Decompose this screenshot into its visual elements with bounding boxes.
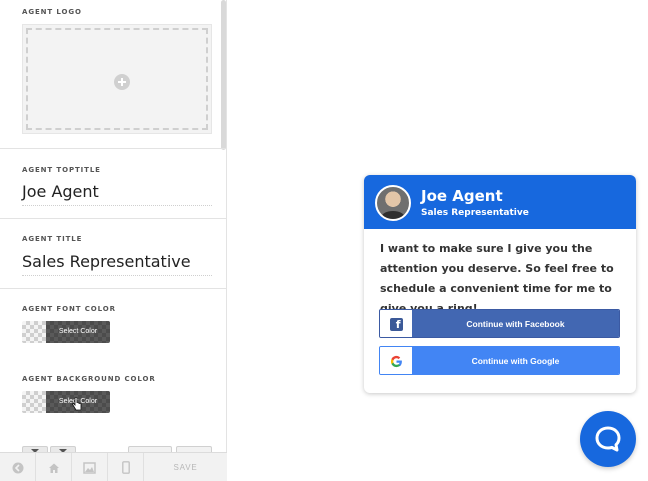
mobile-icon[interactable] bbox=[108, 453, 144, 481]
facebook-icon: f bbox=[380, 310, 412, 337]
chat-widget-preview: Joe Agent Sales Representative I want to… bbox=[364, 175, 636, 393]
divider bbox=[0, 288, 227, 289]
agent-logo-upload[interactable] bbox=[22, 24, 212, 134]
google-button-label: Continue with Google bbox=[412, 347, 619, 374]
logo-dropzone bbox=[26, 28, 208, 130]
bg-color-picker-button[interactable]: Select Color bbox=[22, 391, 110, 413]
bottom-toolbar: SAVE bbox=[0, 452, 227, 481]
save-button[interactable]: SAVE bbox=[144, 453, 227, 481]
divider bbox=[0, 218, 227, 219]
image-icon[interactable] bbox=[72, 453, 108, 481]
facebook-button-label: Continue with Facebook bbox=[412, 310, 619, 337]
agent-font-color-label: AGENT FONT COLOR bbox=[22, 305, 116, 313]
color-swatch bbox=[22, 321, 46, 343]
font-color-button-label: Select Color bbox=[46, 321, 110, 343]
hand-cursor-icon bbox=[72, 397, 82, 411]
agent-title: Sales Representative bbox=[421, 208, 529, 218]
agent-toptitle-label: AGENT TOPTITLE bbox=[22, 166, 101, 174]
google-icon bbox=[380, 347, 412, 374]
font-color-picker-button[interactable]: Select Color bbox=[22, 321, 110, 343]
agent-title-label: AGENT TITLE bbox=[22, 235, 83, 243]
agent-name: Joe Agent bbox=[421, 187, 503, 205]
back-icon[interactable] bbox=[0, 453, 36, 481]
chat-icon bbox=[595, 426, 621, 452]
color-swatch bbox=[22, 391, 46, 413]
divider bbox=[0, 148, 227, 149]
home-icon[interactable] bbox=[36, 453, 72, 481]
widget-header: Joe Agent Sales Representative bbox=[364, 175, 636, 229]
plus-icon bbox=[114, 74, 130, 90]
agent-title-input[interactable]: Sales Representative bbox=[22, 252, 212, 276]
agent-toptitle-input[interactable]: Joe Agent bbox=[22, 182, 212, 206]
panel-scrollbar[interactable] bbox=[221, 0, 226, 150]
widget-message: I want to make sure I give you the atten… bbox=[380, 242, 614, 315]
continue-with-google-button[interactable]: Continue with Google bbox=[379, 346, 620, 375]
agent-bg-color-label: AGENT BACKGROUND COLOR bbox=[22, 375, 156, 383]
avatar bbox=[375, 185, 411, 221]
app-root: AGENT LOGO AGENT TOPTITLE Joe Agent AGEN… bbox=[0, 0, 648, 481]
chat-launcher-button[interactable] bbox=[580, 411, 636, 467]
agent-logo-label: AGENT LOGO bbox=[22, 8, 82, 16]
continue-with-facebook-button[interactable]: f Continue with Facebook bbox=[379, 309, 620, 338]
settings-panel: AGENT LOGO AGENT TOPTITLE Joe Agent AGEN… bbox=[0, 0, 227, 481]
